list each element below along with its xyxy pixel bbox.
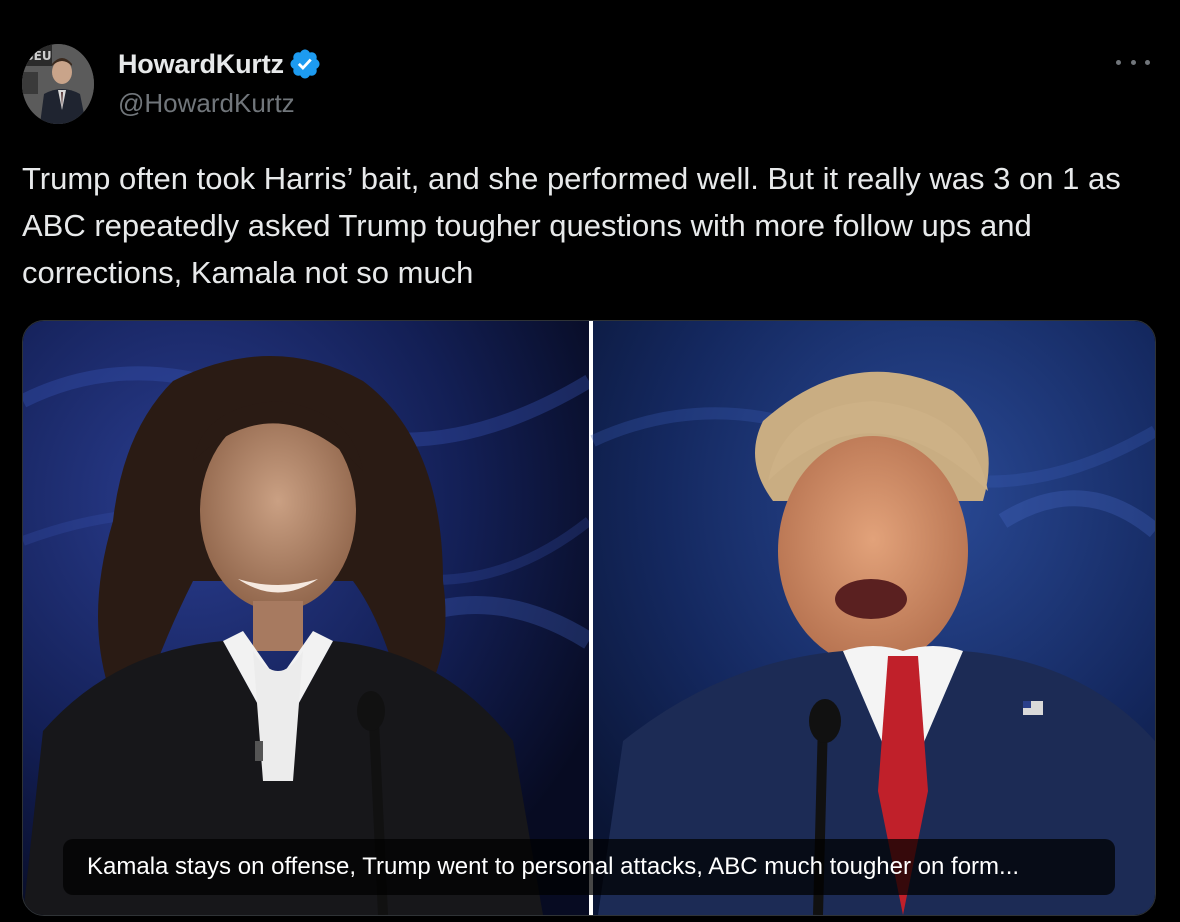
dot-icon: [1130, 59, 1136, 65]
dot-icon: [1145, 59, 1150, 65]
link-card-title: Kamala stays on offense, Trump went to p…: [63, 839, 1115, 895]
verified-badge-icon[interactable]: [288, 47, 322, 81]
tweet-author: HowardKurtz @HowardKurtz: [118, 44, 322, 119]
user-handle[interactable]: @HowardKurtz: [118, 88, 322, 119]
tweet-text: Trump often took Harris’ bait, and she p…: [22, 161, 1121, 290]
more-options-icon[interactable]: [1116, 52, 1150, 72]
display-name-row: HowardKurtz: [118, 44, 322, 84]
profile-photo: SEU: [22, 44, 94, 124]
dot-icon: [1116, 59, 1121, 65]
debate-photo: [23, 321, 1155, 915]
media-card[interactable]: Kamala stays on offense, Trump went to p…: [22, 320, 1156, 916]
svg-text:SEU: SEU: [25, 49, 52, 63]
avatar[interactable]: SEU: [22, 44, 94, 124]
display-name[interactable]: HowardKurtz: [118, 49, 284, 80]
